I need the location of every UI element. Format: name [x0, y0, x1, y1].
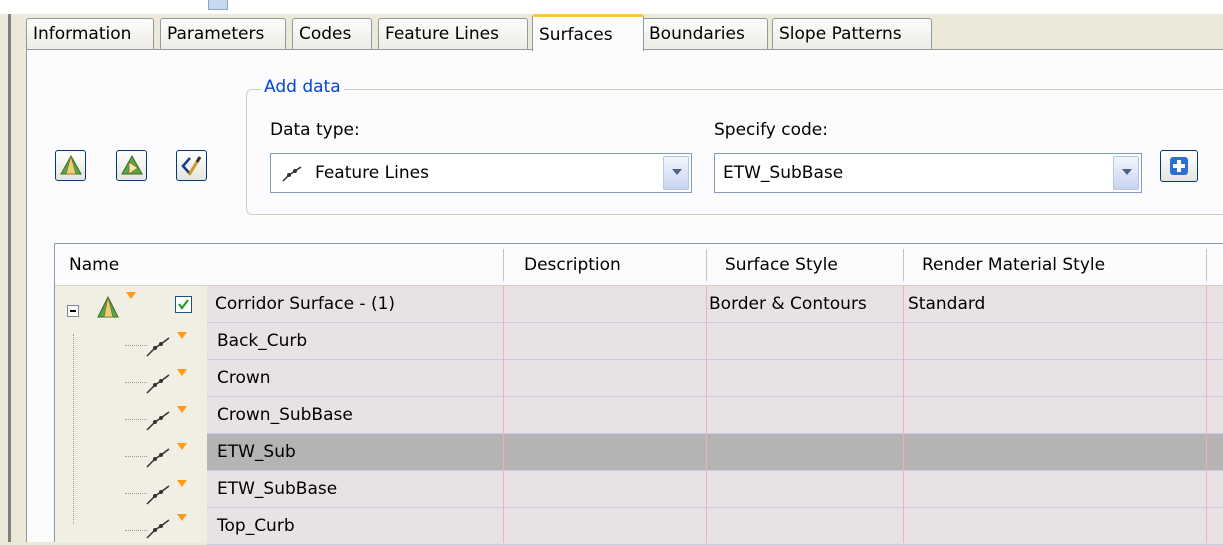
column-divider[interactable] — [706, 249, 707, 281]
tab-information[interactable]: Information — [26, 18, 154, 50]
surface-visibility-checkbox[interactable] — [175, 296, 192, 313]
row-surface-style[interactable]: Border & Contours — [709, 286, 867, 322]
specify-code-label: Specify code: — [714, 120, 828, 140]
create-surface-from-corridor-icon — [121, 154, 143, 175]
column-divider[interactable] — [1206, 249, 1207, 281]
tree-connector — [73, 334, 74, 524]
specify-code-value: ETW_SubBase — [723, 163, 844, 183]
column-gridline — [903, 286, 904, 543]
row-name: Top_Curb — [217, 516, 295, 536]
row-name: Corridor Surface - (1) — [215, 294, 396, 314]
tab-surfaces[interactable]: Surfaces — [532, 14, 644, 51]
feature-line-icon — [146, 514, 187, 539]
column-divider[interactable] — [503, 249, 504, 281]
row-name: ETW_SubBase — [217, 479, 338, 499]
table-row[interactable]: Back_Curb — [207, 323, 1223, 360]
surfaces-grid: Name Description Surface Style Render Ma… — [54, 243, 1223, 545]
feature-line-icon — [146, 369, 187, 394]
row-name: ETW_Sub — [217, 442, 296, 462]
specify-code-select[interactable]: ETW_SubBase — [714, 153, 1142, 193]
plus-icon — [1170, 157, 1188, 175]
feature-line-icon — [146, 443, 187, 468]
chevron-down-icon[interactable] — [663, 156, 689, 190]
table-row[interactable]: Corridor Surface - (1) Border & Contours… — [207, 286, 1223, 323]
row-render-material[interactable]: Standard — [908, 286, 985, 322]
toolbar-fragment — [208, 0, 228, 10]
checkmark-icon — [178, 299, 189, 310]
feature-line-icon — [146, 406, 187, 431]
table-row[interactable]: ETW_Sub — [207, 434, 1223, 471]
add-button[interactable] — [1160, 150, 1198, 182]
tab-parameters[interactable]: Parameters — [160, 18, 286, 50]
collapse-toggle-icon[interactable] — [67, 305, 79, 317]
tab-slope-patterns[interactable]: Slope Patterns — [772, 18, 932, 50]
add-data-legend: Add data — [261, 77, 344, 97]
data-type-label: Data type: — [270, 120, 360, 140]
column-header-description[interactable]: Description — [510, 244, 621, 286]
tab-feature-lines[interactable]: Feature Lines — [378, 18, 528, 50]
create-surface-button[interactable] — [55, 150, 86, 181]
column-header-name[interactable]: Name — [55, 244, 119, 286]
column-gridline — [706, 286, 707, 543]
tab-boundaries[interactable]: Boundaries — [642, 18, 768, 50]
column-gridline — [1206, 286, 1207, 543]
edit-surface-button[interactable] — [176, 150, 207, 181]
column-header-render-material-style[interactable]: Render Material Style — [908, 244, 1105, 286]
row-name: Back_Curb — [217, 331, 308, 351]
table-row[interactable]: ETW_SubBase — [207, 471, 1223, 508]
row-name: Crown — [217, 368, 271, 388]
column-divider[interactable] — [903, 249, 904, 281]
column-header-surface-style[interactable]: Surface Style — [711, 244, 838, 286]
create-surface-icon — [60, 154, 82, 175]
row-name: Crown_SubBase — [217, 405, 353, 425]
top-strip — [0, 0, 1223, 14]
add-surface-from-corridor-button[interactable] — [116, 150, 147, 181]
corridor-surface-icon — [97, 292, 136, 318]
window-edge — [8, 14, 11, 542]
table-row[interactable]: Top_Curb — [207, 508, 1223, 545]
tab-codes[interactable]: Codes — [292, 18, 372, 50]
table-row[interactable]: Crown — [207, 360, 1223, 397]
chevron-down-icon[interactable] — [1113, 156, 1139, 190]
feature-line-icon — [146, 480, 187, 505]
feature-line-icon — [282, 166, 302, 182]
data-type-select[interactable]: Feature Lines — [270, 153, 692, 193]
data-type-value: Feature Lines — [315, 163, 429, 183]
table-row[interactable]: Crown_SubBase — [207, 397, 1223, 434]
column-gridline — [503, 286, 504, 543]
add-data-group — [246, 89, 1223, 215]
feature-line-icon — [146, 332, 187, 357]
grid-header: Name Description Surface Style Render Ma… — [55, 244, 1223, 286]
edit-surface-icon — [181, 156, 202, 176]
